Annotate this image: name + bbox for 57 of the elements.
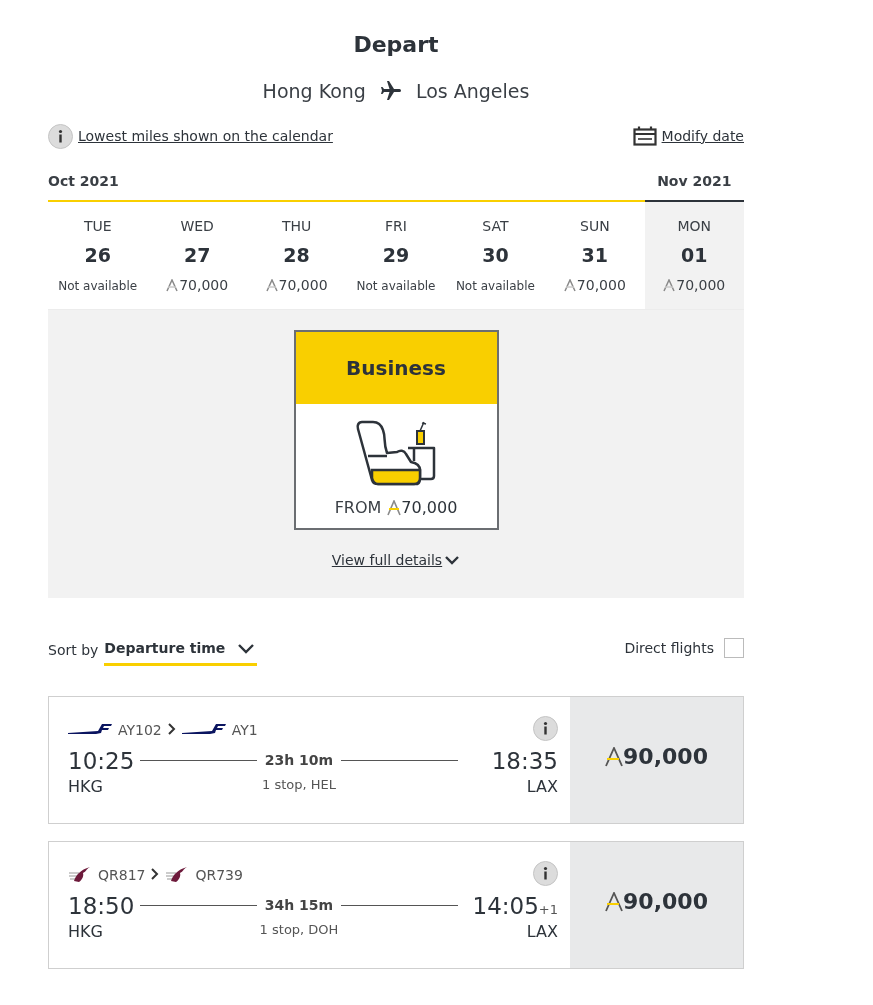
miles-icon	[387, 499, 402, 516]
flight-number: QR739	[195, 866, 243, 885]
chevron-right-icon	[167, 722, 176, 735]
cabin-card[interactable]: Business FROM 70,000	[293, 329, 499, 530]
flight-price: 90,000	[623, 888, 708, 916]
duration: 23h 10m	[264, 751, 334, 770]
modify-date-link[interactable]: Modify date	[661, 125, 744, 147]
airline-logo-icon	[68, 722, 112, 735]
info-icon[interactable]	[533, 861, 558, 886]
stops-info: 1 stop, DOH	[259, 920, 339, 939]
airport-code: HKG	[68, 775, 103, 798]
airline-logo-icon	[181, 722, 226, 735]
flight-number: AY1	[231, 721, 258, 740]
month-label: Oct 2021	[48, 171, 119, 191]
chevron-down-icon[interactable]	[444, 555, 461, 565]
flight-time: 18:35	[491, 746, 558, 775]
flight-card[interactable]: AY102 AY1 10:25 HKG 23h 10m 1 stop, HEL 18:35 LAX 90,000	[48, 695, 744, 824]
chevron-right-icon	[151, 867, 160, 880]
calendar-icon	[632, 126, 657, 146]
airport-code: HKG	[68, 920, 103, 943]
info-icon[interactable]	[48, 123, 73, 149]
view-details-link[interactable]: View full details	[331, 549, 443, 571]
flight-time: 14:05	[472, 891, 539, 920]
miles-icon	[265, 279, 278, 292]
origin-city: Hong Kong	[262, 79, 366, 104]
price-panel[interactable]: 90,000	[570, 696, 743, 823]
airport-code: LAX	[526, 775, 558, 798]
stops-info: 1 stop, HEL	[262, 775, 336, 794]
from-label: FROM	[334, 496, 382, 519]
info-icon[interactable]	[533, 716, 558, 741]
page-title: Depart	[353, 31, 439, 59]
calendar-info-link[interactable]: Lowest miles shown on the calendar	[78, 125, 333, 147]
flight-number: QR817	[98, 866, 146, 885]
miles-icon	[663, 279, 676, 292]
direct-flights-checkbox[interactable]	[724, 638, 744, 658]
sort-label: Sort by	[48, 640, 99, 660]
miles-icon	[605, 746, 624, 767]
flight-card[interactable]: QR817 QR739 18:50 HKG 34h 15m 1 stop, DOH 14:05+1 LAX 90,000	[48, 840, 744, 969]
duration: 34h 15m	[264, 896, 334, 915]
sort-dropdown[interactable]: Departure time	[104, 637, 258, 666]
flight-number: AY102	[118, 721, 162, 740]
miles-icon	[166, 279, 179, 292]
price-panel[interactable]: 90,000	[570, 841, 743, 968]
chevron-down-icon	[237, 642, 256, 654]
cabin-price: 70,000	[401, 496, 458, 519]
day-offset: +1	[538, 900, 558, 919]
airport-code: LAX	[526, 920, 558, 943]
cabin-name: Business	[346, 354, 446, 382]
miles-icon	[563, 279, 576, 292]
flight-time: 18:50	[68, 891, 135, 920]
miles-icon	[605, 891, 624, 912]
month-label: Nov 2021	[657, 171, 732, 191]
flight-time: 10:25	[68, 746, 135, 775]
flight-price: 90,000	[623, 743, 708, 771]
date-tab[interactable]: MON 01 70,000	[644, 201, 744, 309]
destination-city: Los Angeles	[415, 79, 530, 104]
direct-flights-label: Direct flights	[624, 638, 714, 658]
